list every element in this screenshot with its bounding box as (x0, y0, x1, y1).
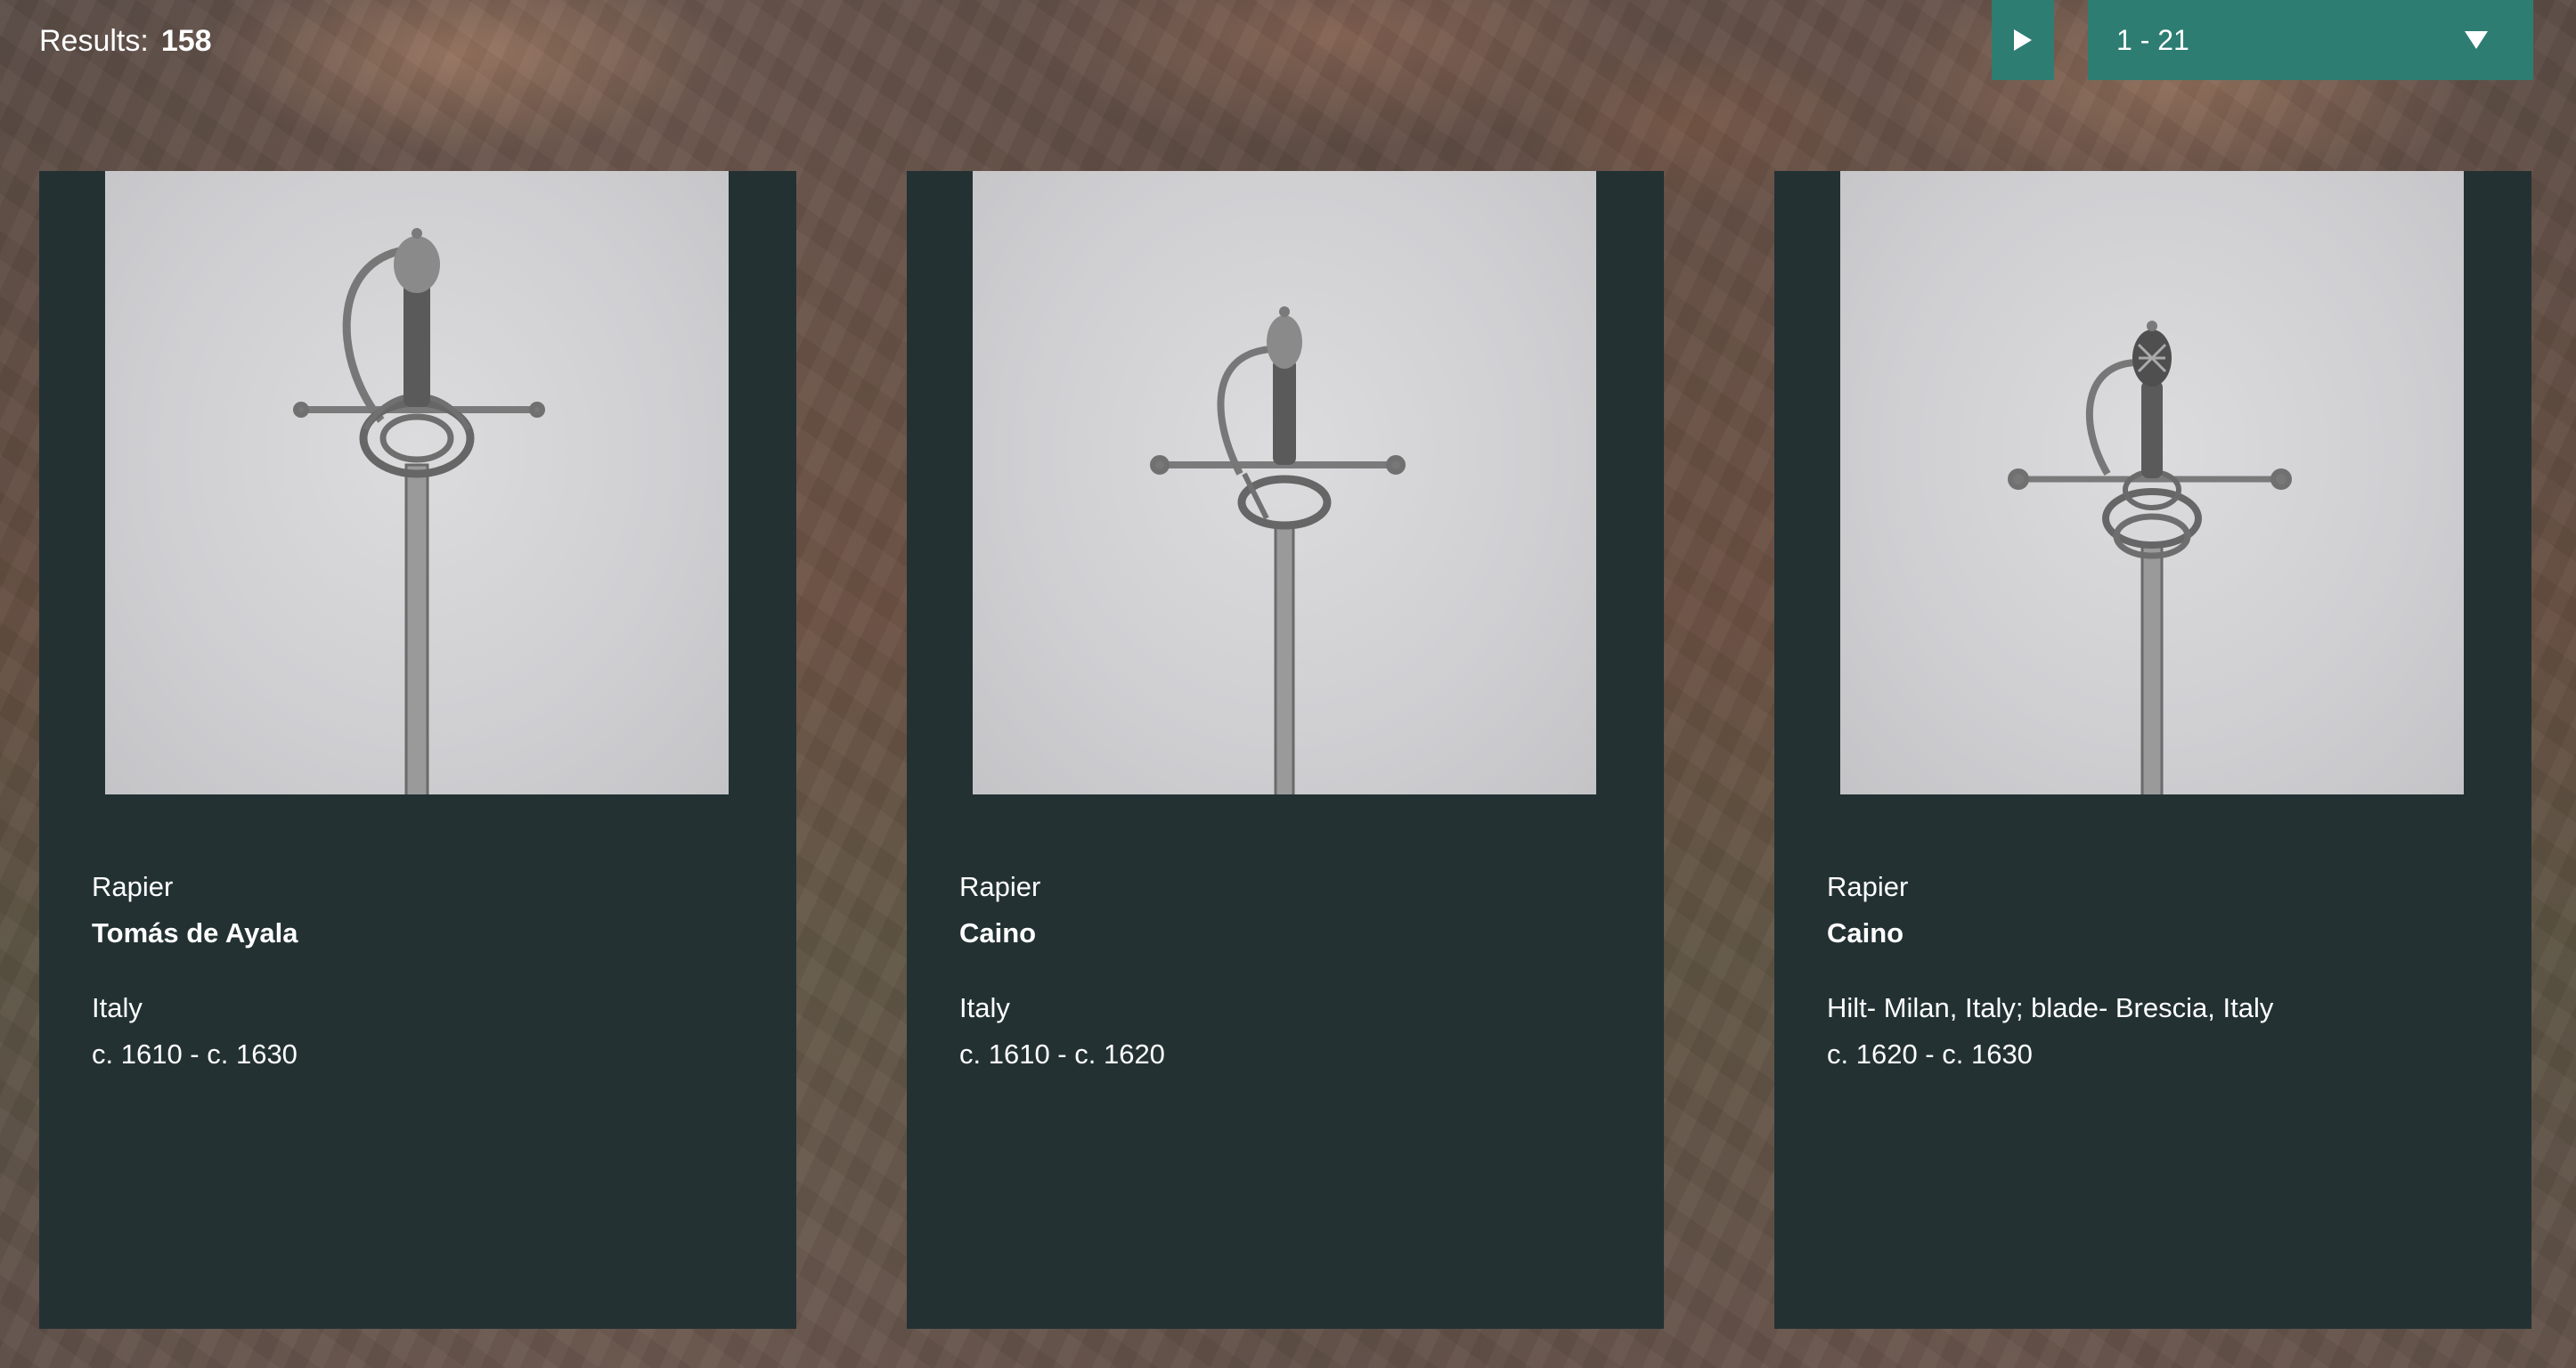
rapier-image[interactable] (1840, 171, 2464, 794)
results-label: Results: (39, 24, 149, 58)
card-meta: Rapier Tomás de Ayala Italy c. 1610 - c.… (92, 864, 751, 1078)
card-title[interactable]: Rapier (92, 864, 751, 910)
rapier-illustration (2008, 321, 2292, 794)
play-button[interactable] (1992, 0, 2054, 80)
results-summary: Results: 158 (39, 20, 212, 62)
rapier-illustration (1150, 306, 1406, 794)
card-place: Italy (959, 992, 1010, 1023)
rapier-image[interactable] (105, 171, 729, 794)
card-meta: Rapier Caino Italy c. 1610 - c. 1620 (959, 864, 1618, 1078)
card-maker: Caino (1827, 917, 1904, 949)
card-title[interactable]: Rapier (1827, 864, 2486, 910)
results-count: 158 (160, 24, 212, 58)
caret-down-icon (2465, 31, 2488, 49)
result-card[interactable]: Rapier Caino Italy c. 1610 - c. 1620 (907, 171, 1664, 1329)
card-maker: Caino (959, 917, 1037, 949)
card-date: c. 1610 - c. 1630 (92, 1038, 298, 1070)
card-title[interactable]: Rapier (959, 864, 1618, 910)
page-range-value: 1 - 21 (2116, 23, 2189, 56)
card-place: Italy (92, 992, 143, 1023)
rapier-illustration (293, 228, 545, 794)
page-range-select[interactable]: 1 - 21 (2088, 0, 2533, 80)
card-meta: Rapier Caino Hilt- Milan, Italy; blade- … (1827, 864, 2486, 1078)
play-icon (2014, 29, 2032, 51)
card-date: c. 1610 - c. 1620 (959, 1038, 1165, 1070)
result-card[interactable]: Rapier Caino Hilt- Milan, Italy; blade- … (1774, 171, 2531, 1329)
card-place: Hilt- Milan, Italy; blade- Brescia, Ital… (1827, 992, 2274, 1023)
result-card[interactable]: Rapier Tomás de Ayala Italy c. 1610 - c.… (39, 171, 796, 1329)
rapier-image[interactable] (973, 171, 1596, 794)
card-maker: Tomás de Ayala (92, 917, 298, 949)
card-date: c. 1620 - c. 1630 (1827, 1038, 2033, 1070)
